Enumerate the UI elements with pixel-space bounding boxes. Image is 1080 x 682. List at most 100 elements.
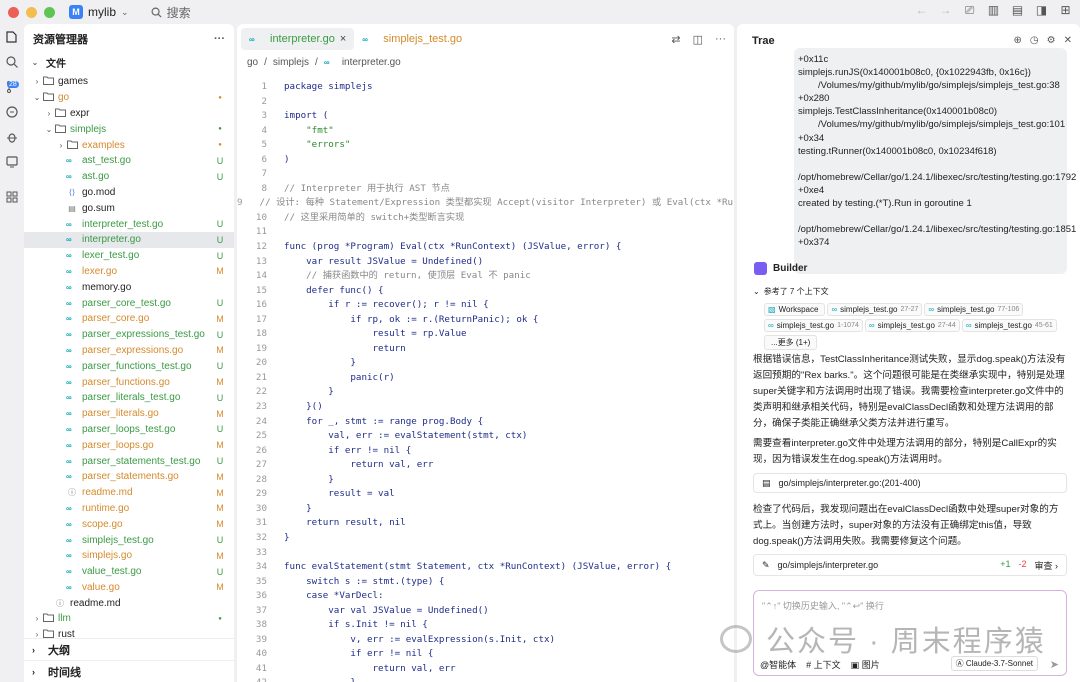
review-label: 审查 — [1034, 560, 1053, 571]
assistant-paragraph: 需要查看interpreter.go文件中处理方法调用的部分，特别是CallEx… — [753, 438, 1057, 465]
context-chip[interactable]: ∞ simplejs_test.go 1-1074 — [764, 319, 863, 332]
tree-folder[interactable]: › llm ● — [24, 611, 234, 627]
tree-file[interactable]: ∞ parser_loops_test.go U — [24, 422, 234, 438]
forward-arrow-icon[interactable]: → — [939, 4, 952, 17]
tree-file[interactable]: ∞ parser_literals_test.go U — [24, 390, 234, 406]
tree-file[interactable]: ∞ simplejs.go M — [24, 548, 234, 564]
send-icon[interactable]: ➤ — [1050, 658, 1059, 671]
context-chip[interactable]: ∞ simplejs_test.go 45-61 — [961, 319, 1057, 332]
close-icon[interactable]: ✕ — [1064, 35, 1072, 46]
section-timeline[interactable]: › 时间线 — [24, 660, 234, 682]
file-icon: ▤ — [762, 477, 771, 488]
customize-layout-icon[interactable]: ⊞ — [1059, 4, 1072, 17]
tab-interpreter-go[interactable]: ∞ interpreter.go × — [241, 28, 355, 50]
search-activity[interactable] — [0, 49, 24, 74]
context-chip[interactable]: ∞ simplejs_test.go 27-27 — [827, 303, 923, 316]
code-area[interactable]: 1 package simplejs 2 3 import (4 "fmt" 5 "err… — [237, 80, 734, 682]
compare-icon[interactable]: ⇄ — [671, 33, 680, 46]
back-arrow-icon[interactable]: ← — [915, 4, 928, 17]
line-number: 38 — [255, 619, 267, 631]
tab-simplejs-test-go[interactable]: ∞ simplejs_test.go — [354, 28, 470, 50]
tree-file[interactable]: ∞ parser_core_test.go U — [24, 295, 234, 311]
tree-item-label: readme.md — [70, 597, 121, 609]
tree-item-label: parser_loops.go — [82, 439, 154, 451]
remote-activity[interactable] — [0, 99, 24, 124]
debug-activity[interactable] — [0, 124, 24, 149]
section-outline[interactable]: › 大纲 — [24, 638, 234, 660]
tree-folder[interactable]: ⌄ go ● — [24, 90, 234, 106]
tree-file[interactable]: ∞ value.go M — [24, 580, 234, 596]
tree-file[interactable]: ∞ ast_test.go U — [24, 153, 234, 169]
tree-file[interactable]: ∞ interpreter.go U — [24, 231, 234, 248]
tree-file[interactable]: ∞ lexer.go M — [24, 264, 234, 280]
file-reference[interactable]: ▤ go/simplejs/interpreter.go:(201-400) — [753, 473, 1067, 493]
split-editor-icon[interactable]: ◫ — [693, 33, 703, 46]
tree-folder[interactable]: › games — [24, 74, 234, 90]
tree-folder[interactable]: › expr — [24, 106, 234, 122]
tree-file[interactable]: ∞ value_test.go U — [24, 564, 234, 580]
tree-file[interactable]: ∞ interpreter_test.go U — [24, 216, 234, 232]
tree-file[interactable]: ∞ lexer_test.go U — [24, 248, 234, 264]
close-icon[interactable]: × — [340, 33, 346, 45]
context-chip-range: 45-61 — [1034, 322, 1053, 329]
tree-file[interactable]: ▤ go.sum — [24, 200, 234, 216]
gear-icon[interactable]: ⚙ — [1047, 35, 1056, 46]
tree-file[interactable]: ∞ memory.go — [24, 279, 234, 295]
context-chip[interactable]: ∞ simplejs_test.go 77-106 — [924, 303, 1024, 316]
go-file-icon: ∞ — [66, 172, 72, 182]
tree-file[interactable]: ∞ ast.go U — [24, 169, 234, 185]
lines-added: +1 — [1000, 558, 1011, 569]
tree-file[interactable]: ∞ parser_loops.go M — [24, 437, 234, 453]
code-line: 16 if r := recover(); r != nil { — [237, 298, 734, 313]
log-line: /opt/homebrew/Cellar/go/1.24.1/libexec/s… — [798, 224, 1077, 236]
tree-file[interactable]: ∞ parser_functions.go M — [24, 374, 234, 390]
project-switcher[interactable]: M mylib ⌄ — [69, 5, 129, 19]
line-code: v, err := evalExpression(s.Init, ctx) — [284, 633, 556, 645]
breadcrumb-item[interactable]: simplejs — [273, 57, 309, 68]
tree-file[interactable]: ∞ runtime.go M — [24, 501, 234, 517]
context-toggle[interactable]: ⌄ 参考了 7 个上下文 — [753, 286, 829, 297]
context-chip[interactable]: ∞ simplejs_test.go 27-44 — [864, 319, 960, 332]
tab-label: simplejs_test.go — [383, 33, 463, 45]
toggle-panel-icon[interactable]: ⎚ — [963, 4, 976, 17]
tree-file[interactable]: ⓘ readme.md M — [24, 485, 234, 501]
extensions-activity[interactable] — [0, 184, 24, 209]
source-control-activity[interactable]: 28 — [0, 74, 24, 99]
sidebar-right-icon[interactable]: ◨ — [1035, 4, 1048, 17]
context-chip[interactable]: ...更多 (1+) — [764, 335, 818, 350]
bottom-panel-icon[interactable]: ▤ — [1011, 4, 1024, 17]
close-window-button[interactable] — [8, 6, 19, 18]
explorer-activity[interactable] — [0, 24, 24, 49]
tree-file[interactable]: ∞ parser_statements_test.go U — [24, 453, 234, 469]
tree-file[interactable]: ∞ parser_expressions_test.go U — [24, 327, 234, 343]
section-files[interactable]: ⌄ 文件 — [24, 54, 234, 70]
search-box[interactable]: 搜索 — [151, 4, 191, 21]
layout-icon[interactable]: ▥ — [987, 4, 1000, 17]
tree-folder[interactable]: › examples ● — [24, 137, 234, 153]
breadcrumb-item[interactable]: go — [247, 57, 258, 68]
context-chip[interactable]: ▧ Workspace — [764, 303, 826, 316]
tree-file[interactable]: ∞ parser_literals.go M — [24, 406, 234, 422]
tree-file[interactable]: ∞ parser_functions_test.go U — [24, 358, 234, 374]
tree-file[interactable]: ∞ simplejs_test.go U — [24, 532, 234, 548]
tree-file[interactable]: ∞ parser_statements.go M — [24, 469, 234, 485]
tree-file[interactable]: ⓘ readme.md — [24, 595, 234, 611]
line-code: // Interpreter 用于执行 AST 节点 — [284, 182, 450, 194]
file-change-card[interactable]: ✎ go/simplejs/interpreter.go +1 -2 审查 › — [753, 554, 1067, 576]
tree-file[interactable]: ∞ scope.go M — [24, 516, 234, 532]
preview-activity[interactable] — [0, 149, 24, 174]
minimize-window-button[interactable] — [26, 6, 37, 18]
breadcrumb-item[interactable]: interpreter.go — [342, 57, 401, 68]
more-icon[interactable]: ··· — [715, 33, 726, 46]
zoom-window-button[interactable] — [44, 6, 55, 18]
history-icon[interactable]: ◷ — [1030, 35, 1039, 46]
tree-file[interactable]: ⟨⟩ go.mod — [24, 185, 234, 201]
more-icon[interactable]: ··· — [214, 33, 225, 45]
tree-file[interactable]: ∞ parser_core.go M — [24, 311, 234, 327]
tree-file[interactable]: ∞ parser_expressions.go M — [24, 343, 234, 359]
new-chat-icon[interactable]: ⊕ — [1014, 35, 1022, 46]
folder-icon — [54, 108, 66, 119]
tree-folder[interactable]: ⌄ simplejs ● — [24, 121, 234, 137]
review-button[interactable]: 审查 › — [1034, 559, 1058, 572]
code-line: 25 val, err := evalStatement(stmt, ctx) — [237, 429, 734, 444]
